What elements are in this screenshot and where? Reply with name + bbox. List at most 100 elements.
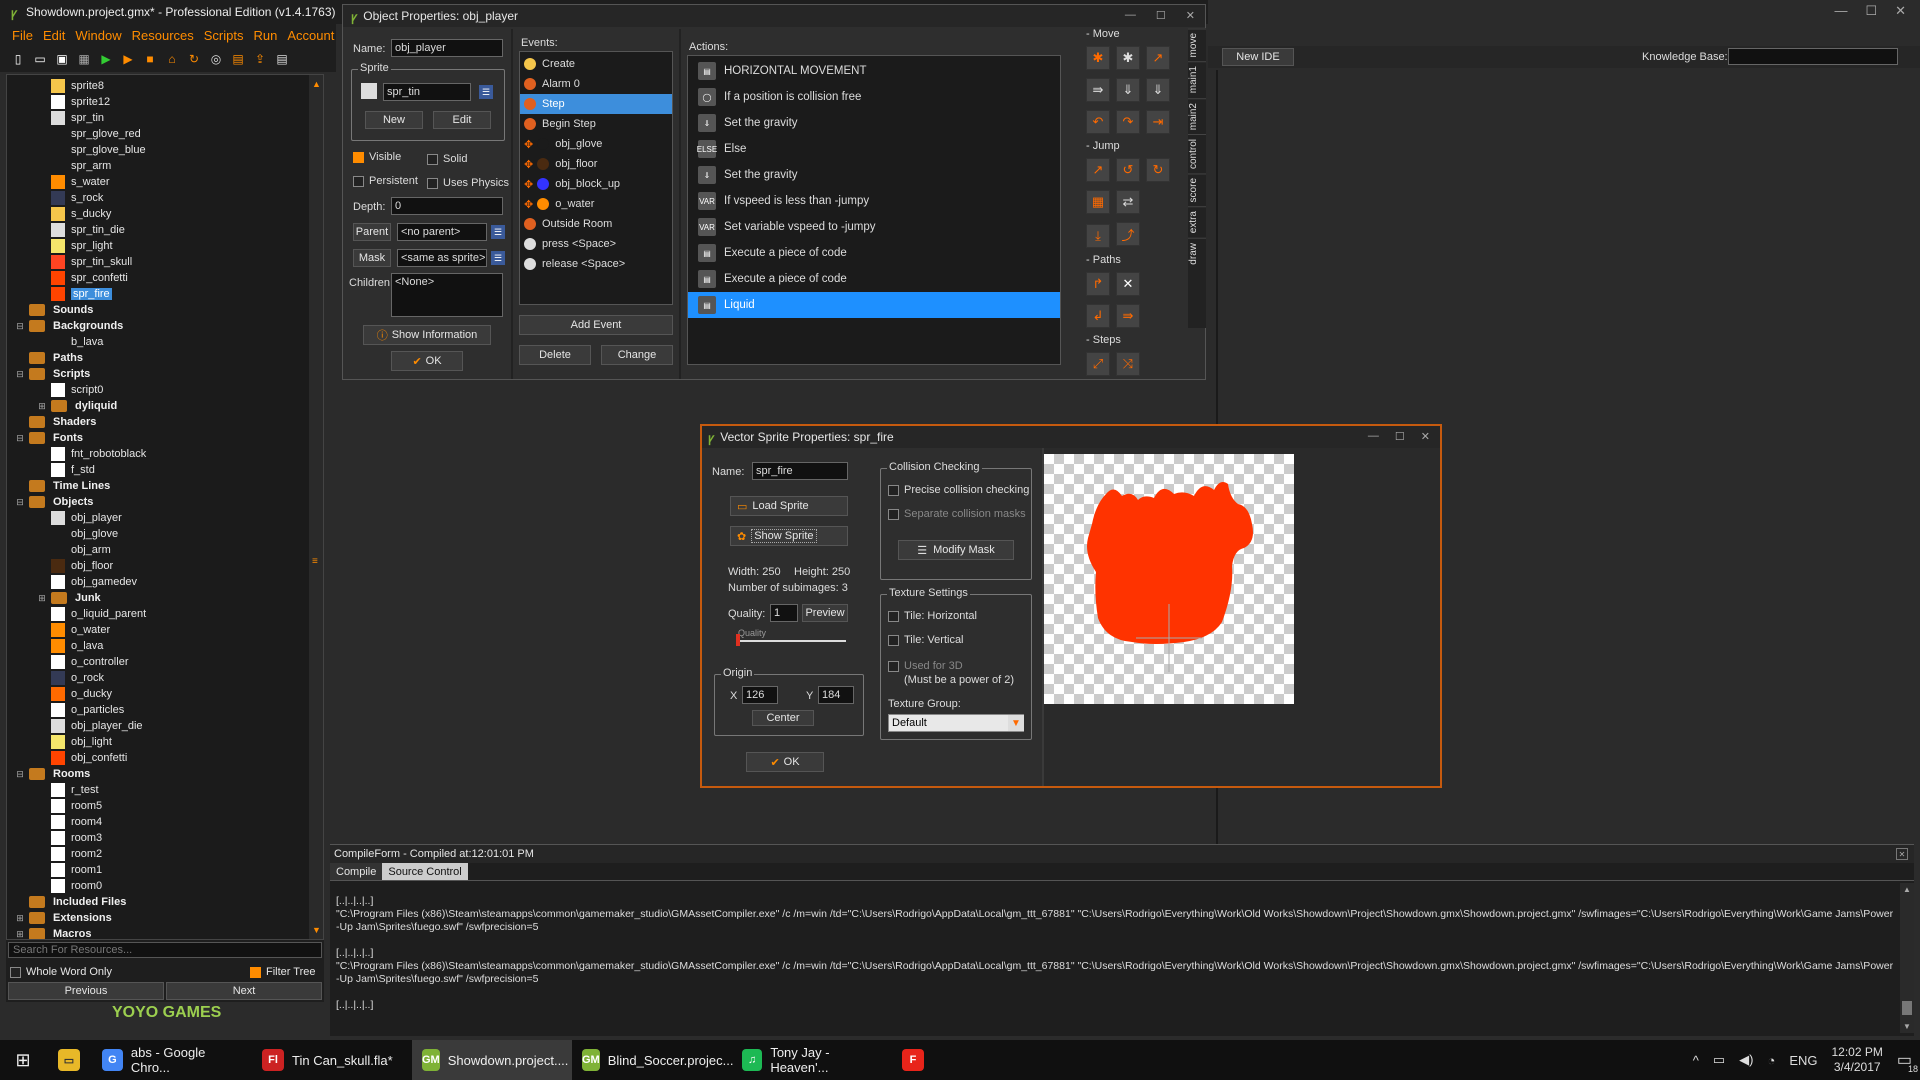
speed-horizontal-icon[interactable]: ⇛ bbox=[1086, 78, 1110, 102]
palette-tab[interactable]: main2 bbox=[1188, 97, 1206, 134]
parent-button[interactable]: Parent bbox=[353, 223, 391, 241]
depth-input[interactable]: 0 bbox=[391, 197, 503, 215]
build-icon[interactable]: ▦ bbox=[76, 51, 92, 67]
tree-folder[interactable]: ⊞ Macros bbox=[7, 926, 303, 940]
tree-item[interactable]: spr_tin_skull bbox=[7, 254, 303, 270]
tree-item[interactable]: sprite8 bbox=[7, 78, 303, 94]
previous-button[interactable]: Previous bbox=[8, 982, 164, 1000]
event-item[interactable]: Begin Step bbox=[520, 114, 672, 134]
path-position-icon[interactable]: ↲ bbox=[1086, 303, 1110, 328]
reverse-horizontal-icon[interactable]: ↶ bbox=[1086, 110, 1110, 134]
tree-item[interactable]: room3 bbox=[7, 830, 303, 846]
action-item[interactable]: ▤ Execute a piece of code bbox=[688, 266, 1060, 292]
tree-folder[interactable]: ⊟ Fonts bbox=[7, 430, 303, 446]
object-ok-button[interactable]: ✔ OK bbox=[391, 351, 463, 371]
compile-scroll-up-icon[interactable]: ▲ bbox=[1903, 885, 1911, 894]
preview-button[interactable]: Preview bbox=[802, 604, 848, 622]
sprite-ok-button[interactable]: ✔ OK bbox=[746, 752, 824, 772]
collapse-icon[interactable]: ⊟ bbox=[15, 369, 25, 380]
tree-folder[interactable]: ⊟ Backgrounds bbox=[7, 318, 303, 334]
texture-group-select[interactable]: Default bbox=[888, 714, 1024, 732]
action-item[interactable]: ⇓ Set the gravity bbox=[688, 162, 1060, 188]
knowledge-base-input[interactable] bbox=[1728, 48, 1898, 65]
jump-random-icon[interactable]: ↻ bbox=[1146, 158, 1170, 182]
splitter-grip-icon[interactable]: ≡ bbox=[312, 556, 318, 567]
taskbar-app[interactable]: Gabs - Google Chro... bbox=[92, 1040, 252, 1080]
action-item[interactable]: ▤ Liquid bbox=[688, 292, 1060, 318]
tile-vertical-option[interactable]: Tile: Vertical bbox=[888, 634, 964, 646]
used-3d-option[interactable]: Used for 3D bbox=[888, 660, 963, 672]
tree-item[interactable]: script0 bbox=[7, 382, 303, 398]
ide-close-icon[interactable]: ✕ bbox=[1895, 3, 1906, 19]
move-fixed-icon[interactable]: ✱ bbox=[1086, 46, 1110, 70]
tree-item[interactable]: fnt_robotoblack bbox=[7, 446, 303, 462]
action-item[interactable]: ▤ HORIZONTAL MOVEMENT bbox=[688, 58, 1060, 84]
change-event-button[interactable]: Change bbox=[601, 345, 673, 365]
tree-folder[interactable]: ⊟ Rooms bbox=[7, 766, 303, 782]
quality-slider-thumb[interactable] bbox=[736, 634, 740, 646]
tree-item[interactable]: sprite12 bbox=[7, 94, 303, 110]
persistent-checkbox[interactable] bbox=[353, 175, 364, 187]
sprite-browse-icon[interactable]: ☰ bbox=[479, 85, 493, 99]
mask-button[interactable]: Mask bbox=[353, 249, 391, 267]
delete-event-button[interactable]: Delete bbox=[519, 345, 591, 365]
target-icon[interactable]: ◎ bbox=[208, 51, 224, 67]
obj-close-icon[interactable]: ✕ bbox=[1186, 9, 1195, 22]
tree-folder[interactable]: ⊞ Extensions bbox=[7, 910, 303, 926]
used-3d-checkbox[interactable] bbox=[888, 660, 899, 672]
menu-scripts[interactable]: Scripts bbox=[204, 28, 244, 43]
whole-word-checkbox[interactable] bbox=[10, 966, 21, 978]
compile-scroll-thumb[interactable] bbox=[1902, 1001, 1912, 1015]
expand-icon[interactable]: ⊞ bbox=[15, 929, 25, 940]
taskbar-app[interactable]: GM Blind_Soccer.projec... bbox=[572, 1040, 733, 1080]
menu-window[interactable]: Window bbox=[75, 28, 121, 43]
solid-checkbox[interactable] bbox=[427, 153, 438, 165]
load-sprite-button[interactable]: ▭ Load Sprite bbox=[730, 496, 848, 516]
expand-icon[interactable]: ⊞ bbox=[37, 593, 47, 604]
end-path-icon[interactable]: ✕ bbox=[1116, 271, 1140, 296]
event-item[interactable]: ✥ obj_floor bbox=[520, 154, 672, 174]
object-window-titlebar[interactable]: ꝩ Object Properties: obj_player — ☐ ✕ bbox=[343, 5, 1205, 27]
align-to-grid-icon[interactable]: ▦ bbox=[1086, 190, 1110, 214]
tree-item[interactable]: obj_light bbox=[7, 734, 303, 750]
show-information-button[interactable]: ⓘ Show Information bbox=[363, 325, 491, 345]
expand-icon[interactable]: ⊞ bbox=[15, 913, 25, 924]
palette-tab[interactable]: extra bbox=[1188, 206, 1206, 238]
collapse-icon[interactable]: ⊟ bbox=[15, 433, 25, 444]
tree-item[interactable]: room1 bbox=[7, 862, 303, 878]
event-item[interactable]: Create bbox=[520, 54, 672, 74]
mask-select[interactable]: <same as sprite> bbox=[397, 249, 487, 267]
solid-option[interactable]: Solid bbox=[427, 153, 467, 165]
tree-item[interactable]: room4 bbox=[7, 814, 303, 830]
tree-item[interactable]: o_lava bbox=[7, 638, 303, 654]
scroll-down-icon[interactable]: ▼ bbox=[312, 925, 321, 935]
spr-minimize-icon[interactable]: — bbox=[1368, 430, 1379, 443]
tree-item[interactable]: o_liquid_parent bbox=[7, 606, 303, 622]
tree-item[interactable]: spr_arm bbox=[7, 158, 303, 174]
open-icon[interactable]: ▭ bbox=[32, 51, 48, 67]
tree-folder[interactable]: ⊟ Objects bbox=[7, 494, 303, 510]
parent-select[interactable]: <no parent> bbox=[397, 223, 487, 241]
parent-browse-icon[interactable]: ☰ bbox=[491, 225, 505, 239]
tree-item[interactable]: o_rock bbox=[7, 670, 303, 686]
tree-item[interactable]: room5 bbox=[7, 798, 303, 814]
object-name-input[interactable]: obj_player bbox=[391, 39, 503, 57]
center-button[interactable]: Center bbox=[752, 710, 814, 726]
tree-folder[interactable]: ⊟ Scripts bbox=[7, 366, 303, 382]
move-free-icon[interactable]: ✱ bbox=[1116, 46, 1140, 70]
reverse-vertical-icon[interactable]: ↷ bbox=[1116, 110, 1140, 134]
origin-y-input[interactable]: 184 bbox=[818, 686, 854, 704]
save-icon[interactable]: ▣ bbox=[54, 51, 70, 67]
menu-edit[interactable]: Edit bbox=[43, 28, 65, 43]
tree-item[interactable]: o_water bbox=[7, 622, 303, 638]
tree-item[interactable]: spr_glove_red bbox=[7, 126, 303, 142]
sprite-name-input[interactable]: spr_fire bbox=[752, 462, 848, 480]
tree-folder[interactable]: Shaders bbox=[7, 414, 303, 430]
tree-folder[interactable]: Sounds bbox=[7, 302, 303, 318]
event-item[interactable]: Alarm 0 bbox=[520, 74, 672, 94]
taskbar-app[interactable]: GM Showdown.project.... bbox=[412, 1040, 572, 1080]
ide-maximize-icon[interactable]: ☐ bbox=[1865, 3, 1877, 19]
language-indicator[interactable]: ENG bbox=[1789, 1053, 1817, 1068]
tree-item[interactable]: obj_glove bbox=[7, 526, 303, 542]
tree-item[interactable]: spr_tin_die bbox=[7, 222, 303, 238]
